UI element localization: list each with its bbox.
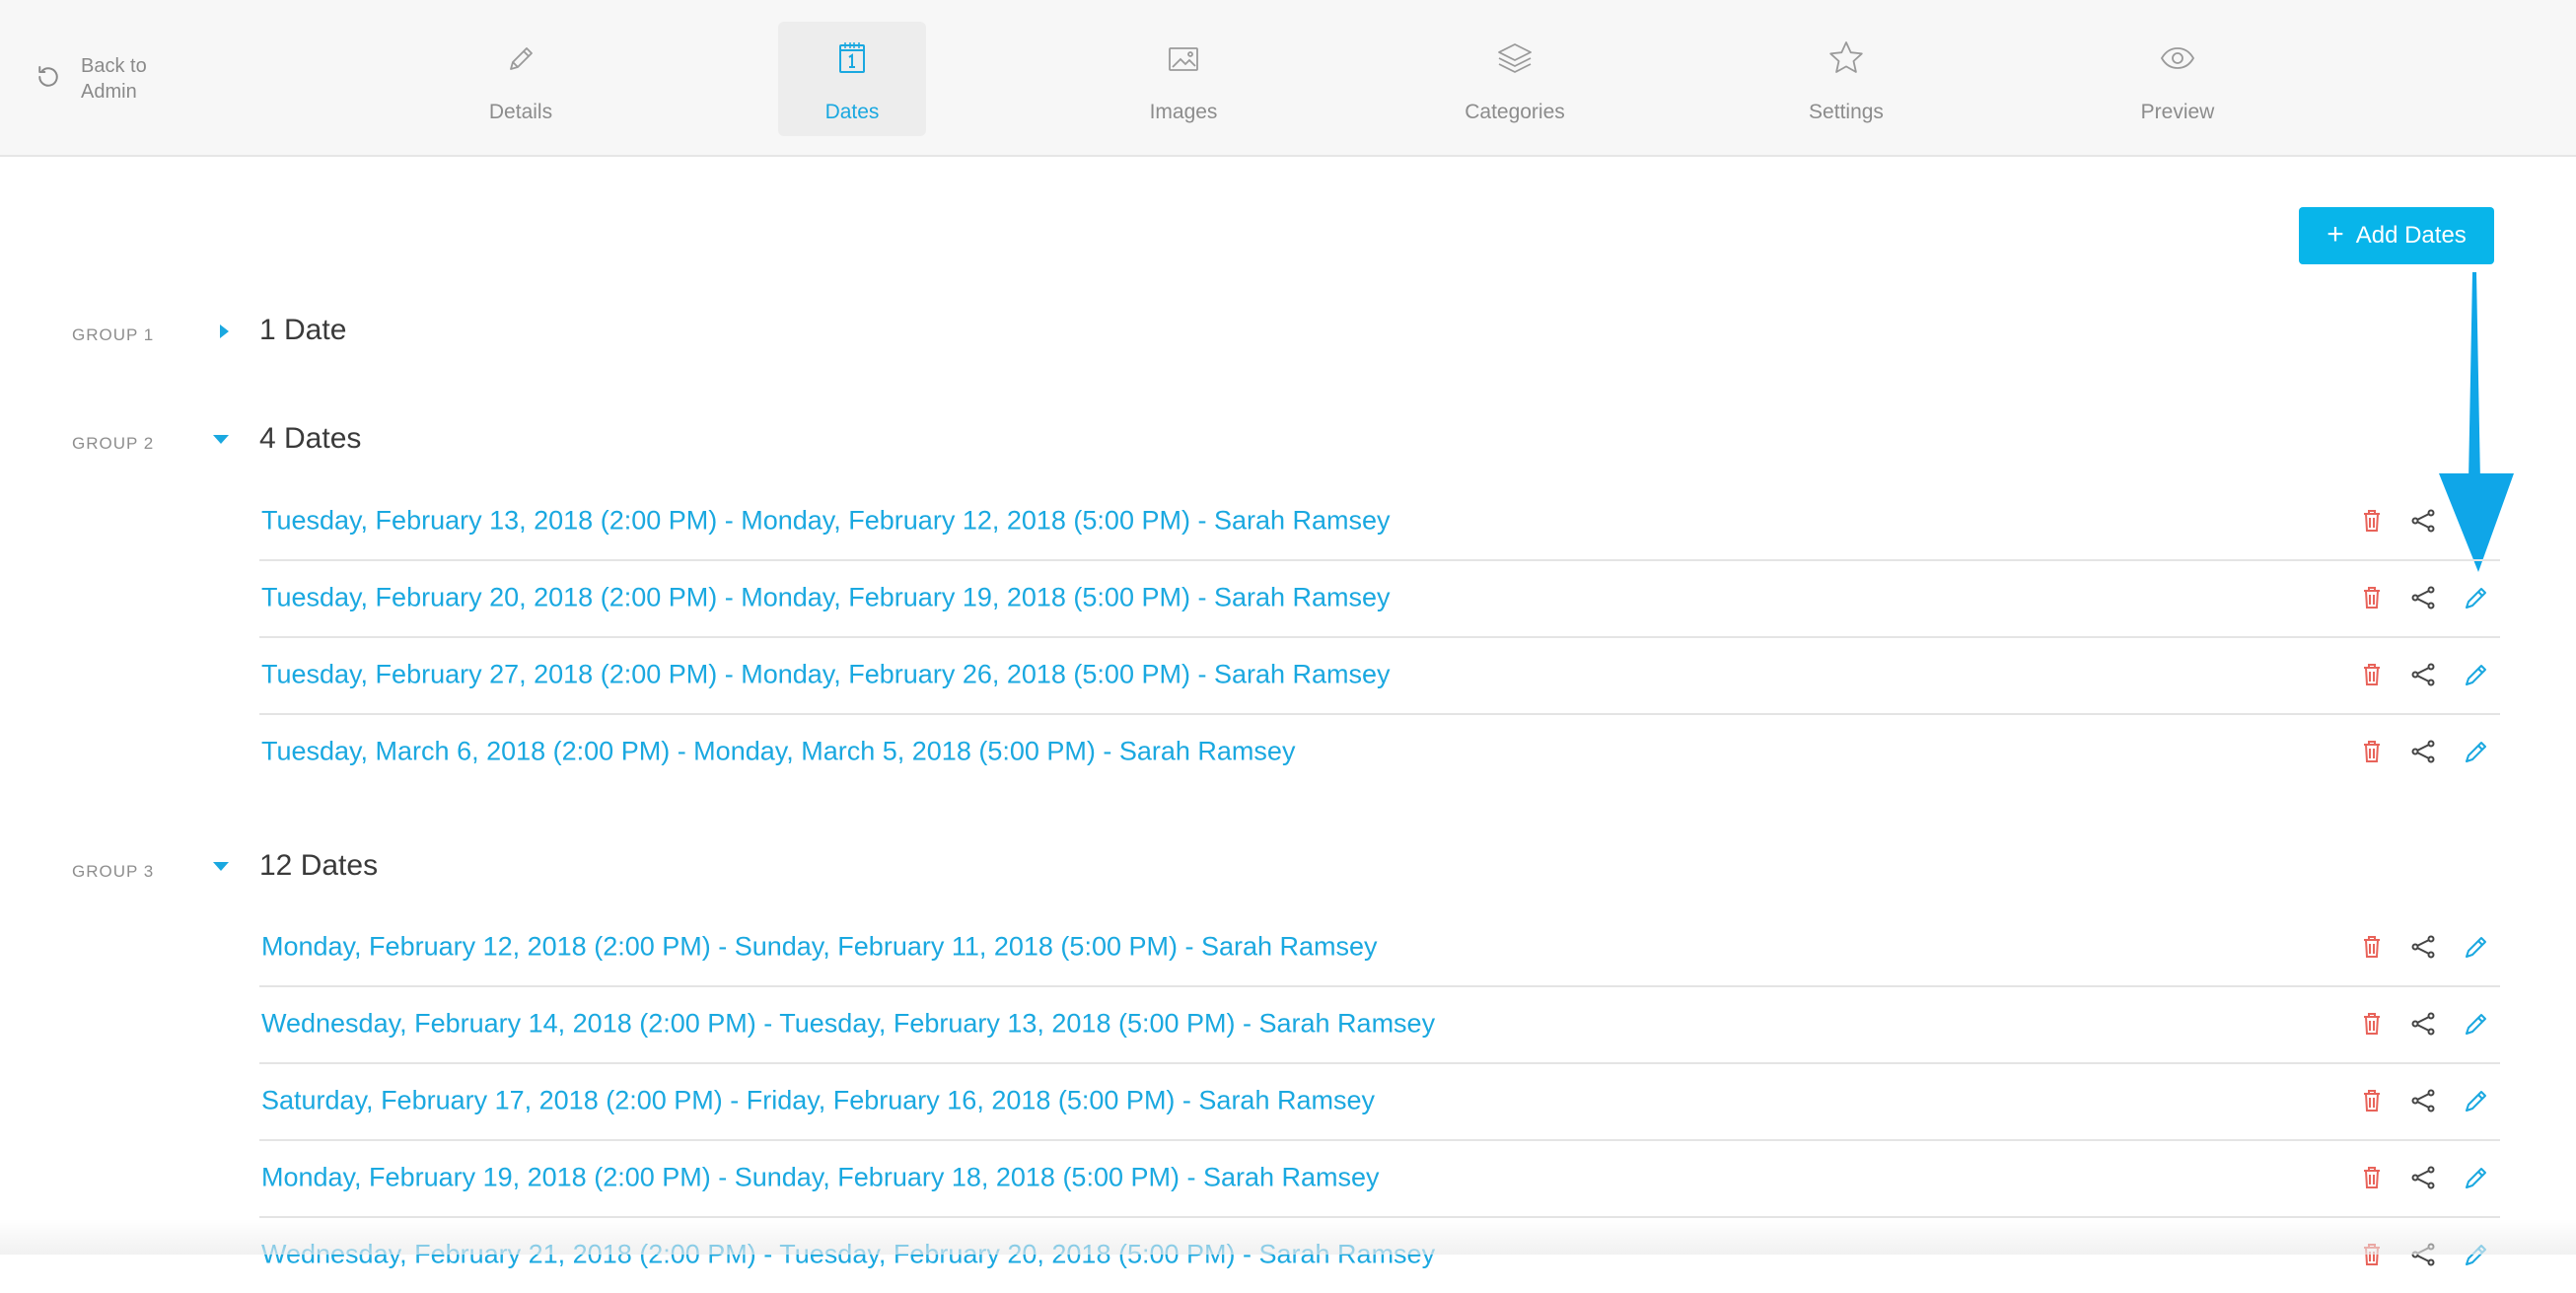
trash-icon[interactable]	[2357, 660, 2387, 689]
tab-preview-label: Preview	[2140, 101, 2215, 123]
trash-icon[interactable]	[2357, 1009, 2387, 1039]
top-navigation: Back to Admin Details Dates Images Categ…	[0, 0, 2576, 157]
tab-settings[interactable]: Settings	[1772, 22, 1920, 136]
date-link[interactable]: Monday, February 12, 2018 (2:00 PM) - Su…	[261, 932, 1378, 963]
add-dates-label: Add Dates	[2355, 222, 2467, 249]
tab-details[interactable]: Details	[447, 22, 595, 136]
tab-dates[interactable]: Dates	[778, 22, 926, 136]
tab-settings-label: Settings	[1809, 101, 1884, 123]
date-row: Saturday, February 17, 2018 (2:00 PM) - …	[259, 1062, 2500, 1141]
edit-pencil-icon[interactable]	[2462, 660, 2491, 689]
trash-icon[interactable]	[2357, 1086, 2387, 1115]
date-link[interactable]: Tuesday, February 27, 2018 (2:00 PM) - M…	[261, 660, 1391, 690]
date-row: Wednesday, February 21, 2018 (2:00 PM) -…	[259, 1216, 2500, 1293]
group-1-title[interactable]: 1 Date	[259, 314, 346, 347]
share-icon[interactable]	[2409, 583, 2439, 612]
date-link[interactable]: Tuesday, February 20, 2018 (2:00 PM) - M…	[261, 583, 1391, 613]
date-row: Monday, February 19, 2018 (2:00 PM) - Su…	[259, 1139, 2500, 1218]
edit-pencil-icon[interactable]	[2462, 1240, 2491, 1269]
collapse-icon[interactable]	[213, 862, 229, 871]
date-link[interactable]: Wednesday, February 14, 2018 (2:00 PM) -…	[261, 1009, 1435, 1040]
share-icon[interactable]	[2409, 1163, 2439, 1192]
back-to-admin-label: Back to Admin	[81, 55, 147, 103]
group-1-label: GROUP 1	[72, 325, 155, 344]
group-3-label: GROUP 3	[72, 862, 155, 881]
expand-icon[interactable]	[220, 324, 229, 338]
add-dates-button[interactable]: + Add Dates	[2299, 207, 2494, 264]
star-icon	[1826, 22, 1866, 83]
group-3-title[interactable]: 12 Dates	[259, 849, 378, 883]
share-icon[interactable]	[2409, 660, 2439, 689]
edit-pencil-icon[interactable]	[2462, 1009, 2491, 1039]
group-2-label: GROUP 2	[72, 434, 155, 453]
tab-categories[interactable]: Categories	[1441, 22, 1589, 136]
date-row: Tuesday, February 13, 2018 (2:00 PM) - M…	[259, 482, 2500, 561]
share-icon[interactable]	[2409, 737, 2439, 766]
tab-images[interactable]: Images	[1109, 22, 1257, 136]
date-row: Tuesday, March 6, 2018 (2:00 PM) - Monda…	[259, 713, 2500, 790]
tab-categories-label: Categories	[1465, 101, 1565, 123]
edit-pencil-icon[interactable]	[2462, 583, 2491, 612]
date-link[interactable]: Tuesday, February 13, 2018 (2:00 PM) - M…	[261, 506, 1391, 537]
tab-preview[interactable]: Preview	[2104, 22, 2252, 136]
date-row: Wednesday, February 14, 2018 (2:00 PM) -…	[259, 985, 2500, 1064]
date-link[interactable]: Saturday, February 17, 2018 (2:00 PM) - …	[261, 1086, 1375, 1116]
edit-pencil-icon[interactable]	[2462, 932, 2491, 962]
date-link[interactable]: Monday, February 19, 2018 (2:00 PM) - Su…	[261, 1163, 1380, 1193]
trash-icon[interactable]	[2357, 506, 2387, 536]
trash-icon[interactable]	[2357, 737, 2387, 766]
date-link[interactable]: Wednesday, February 21, 2018 (2:00 PM) -…	[261, 1240, 1435, 1270]
tab-details-label: Details	[488, 101, 553, 123]
group-2-title[interactable]: 4 Dates	[259, 422, 361, 456]
eye-icon	[2158, 22, 2197, 83]
layers-icon	[1495, 22, 1535, 83]
share-icon[interactable]	[2409, 932, 2439, 962]
share-icon[interactable]	[2409, 1086, 2439, 1115]
undo-icon	[34, 53, 63, 97]
trash-icon[interactable]	[2357, 1240, 2387, 1269]
tab-images-label: Images	[1149, 101, 1218, 123]
date-row: Tuesday, February 20, 2018 (2:00 PM) - M…	[259, 559, 2500, 638]
collapse-icon[interactable]	[213, 435, 229, 444]
date-row: Tuesday, February 27, 2018 (2:00 PM) - M…	[259, 636, 2500, 715]
calendar-icon	[832, 22, 872, 83]
edit-pencil-icon[interactable]	[2462, 1086, 2491, 1115]
trash-icon[interactable]	[2357, 583, 2387, 612]
edit-pencil-icon[interactable]	[2462, 737, 2491, 766]
share-icon[interactable]	[2409, 1240, 2439, 1269]
tab-dates-label: Dates	[824, 101, 880, 123]
share-icon[interactable]	[2409, 1009, 2439, 1039]
pencil-icon	[501, 22, 540, 83]
image-icon	[1164, 22, 1203, 83]
trash-icon[interactable]	[2357, 932, 2387, 962]
share-icon[interactable]	[2409, 506, 2439, 536]
date-row: Monday, February 12, 2018 (2:00 PM) - Su…	[259, 908, 2500, 987]
edit-pencil-icon[interactable]	[2462, 1163, 2491, 1192]
trash-icon[interactable]	[2357, 1163, 2387, 1192]
back-to-admin-button[interactable]: Back to Admin	[34, 53, 179, 105]
date-link[interactable]: Tuesday, March 6, 2018 (2:00 PM) - Monda…	[261, 737, 1295, 767]
plus-icon: +	[2326, 217, 2344, 251]
